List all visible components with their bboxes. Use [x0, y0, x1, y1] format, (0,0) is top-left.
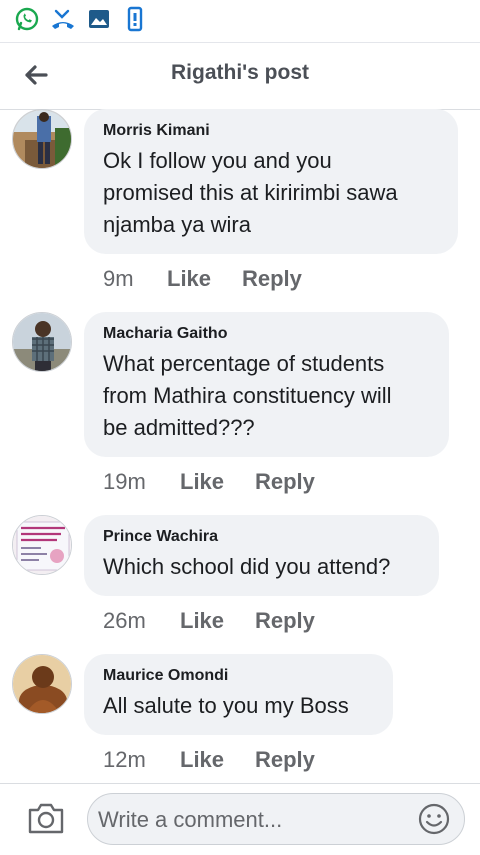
comment-bubble[interactable]: Macharia Gaitho What percentage of stude… — [84, 312, 449, 457]
comment-composer: Write a comment... — [0, 783, 480, 855]
comment-author[interactable]: Morris Kimani — [103, 121, 438, 141]
comment-input[interactable]: Write a comment... — [87, 793, 465, 845]
avatar[interactable] — [12, 312, 72, 372]
reply-button[interactable]: Reply — [242, 266, 302, 292]
comment-actions: 19m Like Reply — [103, 469, 383, 497]
comment-author[interactable]: Maurice Omondi — [103, 666, 373, 686]
post-header: Rigathi's post — [0, 42, 480, 110]
missed-call-icon — [52, 9, 74, 29]
phone-notification-icon — [127, 6, 143, 32]
comment-text: Which school did you attend? — [103, 554, 391, 579]
comment-time: 9m — [103, 266, 134, 291]
comment-text: Ok I follow you and you promised this at… — [103, 148, 398, 237]
comment-time: 19m — [103, 469, 146, 494]
comment-bubble[interactable]: Maurice Omondi All salute to you my Boss — [84, 654, 393, 735]
camera-icon[interactable] — [26, 800, 66, 836]
emoji-icon[interactable] — [418, 803, 450, 835]
gallery-icon — [89, 10, 109, 28]
avatar[interactable] — [12, 109, 72, 169]
comment-bubble[interactable]: Morris Kimani Ok I follow you and you pr… — [84, 109, 458, 254]
like-button[interactable]: Like — [167, 266, 211, 292]
reply-button[interactable]: Reply — [255, 747, 315, 773]
comment-time: 12m — [103, 747, 146, 772]
avatar[interactable] — [12, 654, 72, 714]
comment-input-placeholder: Write a comment... — [98, 807, 283, 832]
reply-button[interactable]: Reply — [255, 469, 315, 495]
comments-list[interactable]: Morris Kimani Ok I follow you and you pr… — [0, 109, 480, 783]
whatsapp-icon — [15, 7, 39, 31]
comment-author[interactable]: Macharia Gaitho — [103, 324, 429, 344]
comment-time: 26m — [103, 608, 146, 633]
comment-actions: 12m Like Reply — [103, 747, 383, 775]
avatar[interactable] — [12, 515, 72, 575]
comment-text: What percentage of students from Mathira… — [103, 351, 392, 440]
comment-actions: 9m Like Reply — [103, 266, 383, 294]
reply-button[interactable]: Reply — [255, 608, 315, 634]
like-button[interactable]: Like — [180, 469, 224, 495]
comment-text: All salute to you my Boss — [103, 693, 349, 718]
comment-bubble[interactable]: Prince Wachira Which school did you atte… — [84, 515, 439, 596]
comment-author[interactable]: Prince Wachira — [103, 527, 419, 547]
like-button[interactable]: Like — [180, 747, 224, 773]
comment-actions: 26m Like Reply — [103, 608, 383, 636]
status-bar — [0, 0, 480, 38]
like-button[interactable]: Like — [180, 608, 224, 634]
page-title: Rigathi's post — [171, 61, 309, 84]
